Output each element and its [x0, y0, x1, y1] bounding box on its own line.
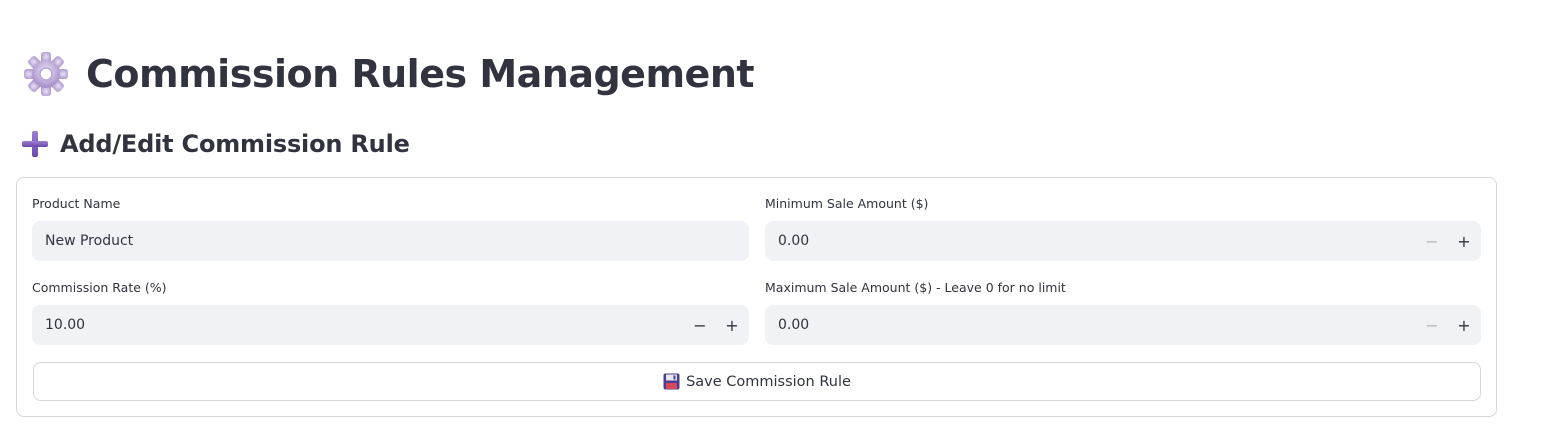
- page: Commission Rules Management Add/Edit Com…: [0, 0, 1551, 431]
- min-sale-amount-input[interactable]: [765, 221, 1416, 261]
- product-name-label: Product Name: [32, 196, 121, 211]
- max-sale-amount-field: Maximum Sale Amount ($) - Leave 0 for no…: [765, 280, 1481, 345]
- commission-rate-stepper: − +: [32, 305, 749, 345]
- min-sale-amount-label: Minimum Sale Amount ($): [765, 196, 929, 211]
- max-sale-amount-decrement-button[interactable]: −: [1416, 305, 1448, 345]
- commission-rate-label: Commission Rate (%): [32, 280, 167, 295]
- max-sale-amount-label: Maximum Sale Amount ($) - Leave 0 for no…: [765, 280, 1066, 295]
- save-button-label: Save Commission Rule: [686, 373, 851, 390]
- min-sale-amount-stepper: − +: [765, 221, 1481, 261]
- min-sale-amount-field: Minimum Sale Amount ($) − +: [765, 196, 1481, 261]
- min-sale-amount-decrement-button[interactable]: −: [1416, 221, 1448, 261]
- max-sale-amount-increment-button[interactable]: +: [1448, 305, 1480, 345]
- floppy-disk-icon: [663, 373, 680, 390]
- commission-rule-form: Product Name Minimum Sale Amount ($) − +…: [16, 177, 1497, 417]
- commission-rate-field: Commission Rate (%) − +: [32, 280, 749, 345]
- section-title: Add/Edit Commission Rule: [60, 130, 410, 158]
- plus-icon: [20, 129, 50, 159]
- commission-rate-increment-button[interactable]: +: [716, 305, 748, 345]
- save-commission-rule-button[interactable]: Save Commission Rule: [33, 362, 1481, 401]
- product-name-input-wrapper: [32, 221, 749, 261]
- product-name-input[interactable]: [32, 221, 749, 261]
- max-sale-amount-stepper: − +: [765, 305, 1481, 345]
- commission-rate-decrement-button[interactable]: −: [684, 305, 716, 345]
- page-title: Commission Rules Management: [86, 52, 755, 96]
- min-sale-amount-increment-button[interactable]: +: [1448, 221, 1480, 261]
- product-name-field: Product Name: [32, 196, 749, 261]
- gear-icon: [22, 50, 70, 98]
- page-title-row: Commission Rules Management: [22, 46, 755, 102]
- section-header: Add/Edit Commission Rule: [20, 126, 410, 162]
- max-sale-amount-input[interactable]: [765, 305, 1416, 345]
- commission-rate-input[interactable]: [32, 305, 684, 345]
